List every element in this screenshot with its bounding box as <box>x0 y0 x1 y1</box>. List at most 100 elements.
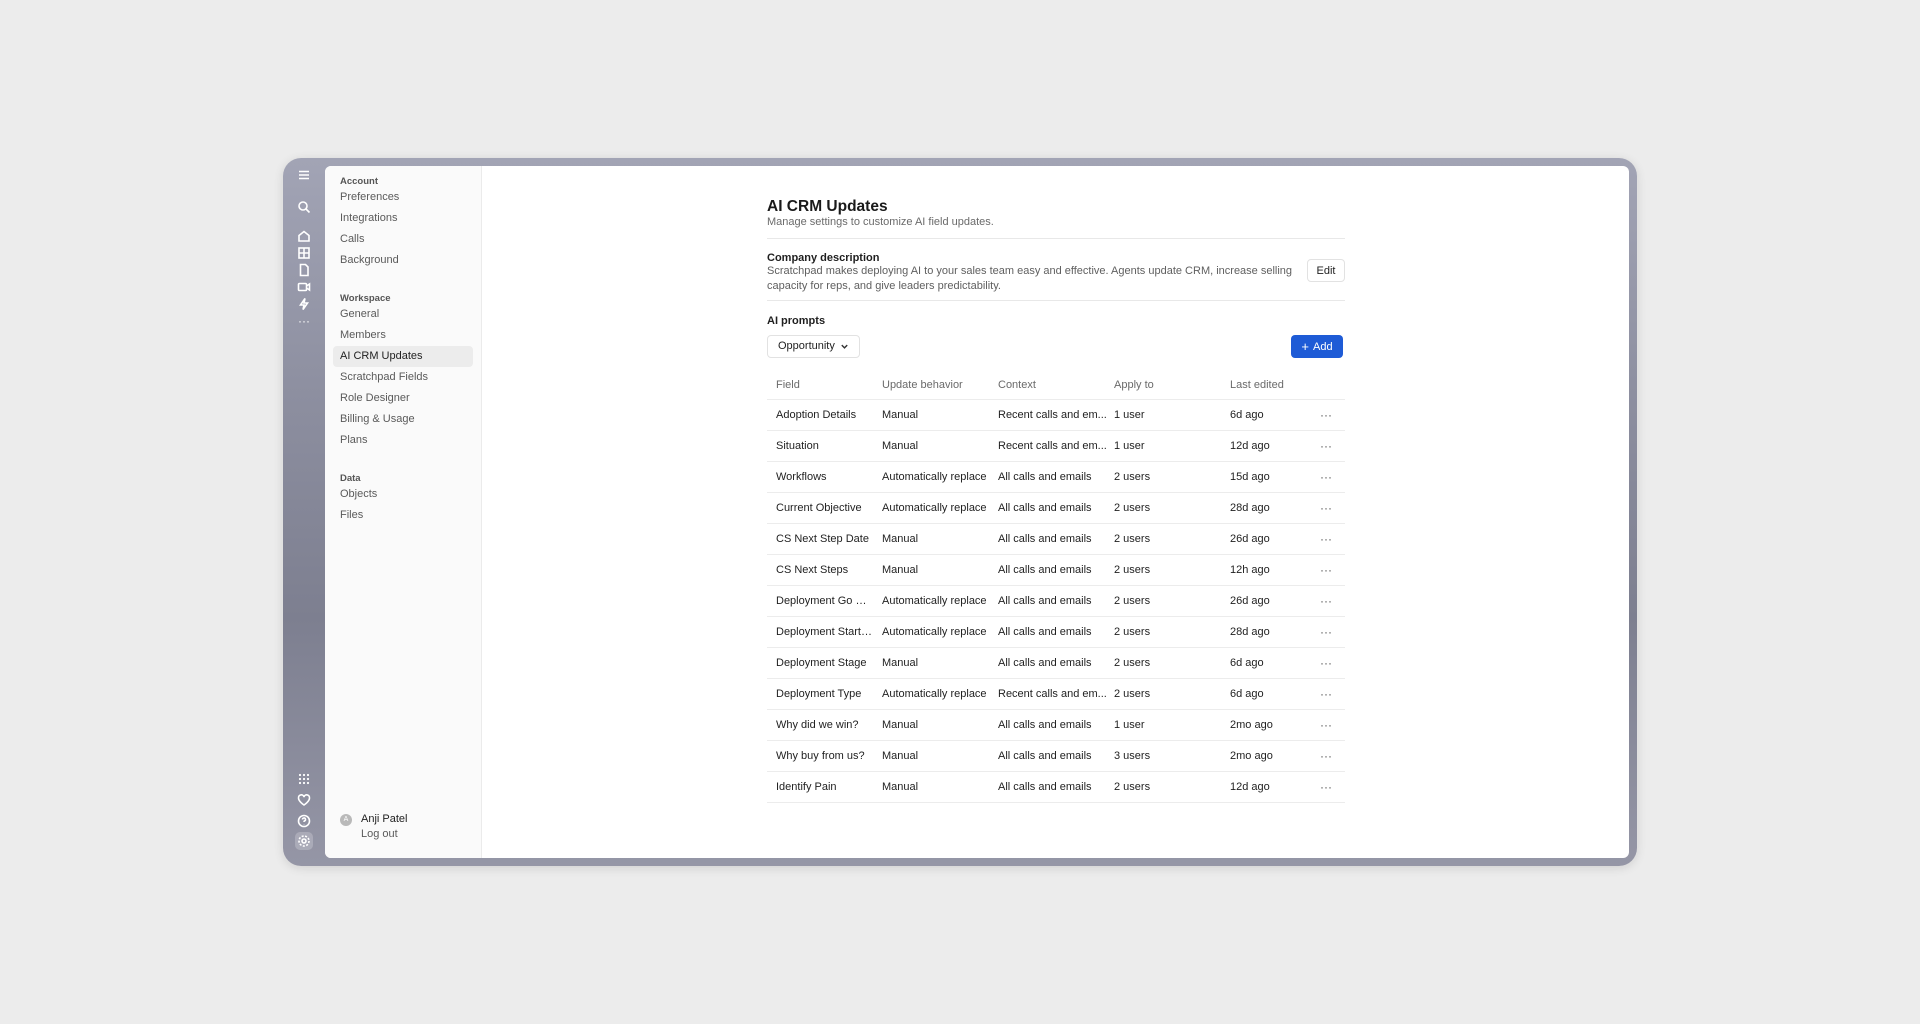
header-update-behavior[interactable]: Update behavior <box>882 371 992 399</box>
nav-item-general[interactable]: General <box>333 304 473 325</box>
table-row[interactable]: Deployment Type Automatically replace Rece… <box>767 679 1345 710</box>
table-row[interactable]: Deployment Start ... Automatically replac… <box>767 617 1345 648</box>
cell-context: All calls and emails <box>998 533 1092 545</box>
row-more-icon[interactable]: ··· <box>1317 462 1335 492</box>
table-row[interactable]: CS Next Steps Manual All calls and emails 2… <box>767 555 1345 586</box>
cell-field: CS Next Step Date <box>776 533 869 545</box>
cell-last-edited: 15d ago <box>1230 471 1270 483</box>
nav-item-background[interactable]: Background <box>333 250 473 271</box>
nav-item-objects[interactable]: Objects <box>333 484 473 505</box>
cell-context: All calls and emails <box>998 657 1092 669</box>
object-type-dropdown[interactable]: Opportunity <box>767 335 860 358</box>
settings-icon[interactable] <box>295 832 313 850</box>
row-more-icon[interactable]: ··· <box>1317 400 1335 430</box>
row-more-icon[interactable]: ··· <box>1317 741 1335 771</box>
cell-apply-to: 2 users <box>1114 564 1151 576</box>
cell-apply-to: 1 user <box>1114 409 1145 421</box>
table-row[interactable]: Workflows Automatically replace All calls … <box>767 462 1345 493</box>
ai-prompts-label: AI prompts <box>767 315 826 327</box>
cell-last-edited: 6d ago <box>1230 688 1264 700</box>
page-subtitle: Manage settings to customize AI field up… <box>767 216 994 228</box>
header-field[interactable]: Field <box>776 371 872 399</box>
table-header: Field Update behavior Context Apply to L… <box>767 371 1345 400</box>
cell-field: Deployment Stage <box>776 657 867 669</box>
nav-group-workspace: Workspace <box>340 293 391 304</box>
nav-item-members[interactable]: Members <box>333 325 473 346</box>
help-icon[interactable] <box>295 812 313 830</box>
nav-group-data: Data <box>340 473 361 484</box>
cell-context: All calls and emails <box>998 781 1092 793</box>
home-icon[interactable] <box>295 227 313 245</box>
cell-apply-to: 1 user <box>1114 440 1145 452</box>
avatar[interactable]: A <box>340 814 352 826</box>
cell-apply-to: 2 users <box>1114 657 1151 669</box>
search-icon[interactable] <box>295 198 313 216</box>
cell-apply-to: 2 users <box>1114 502 1151 514</box>
video-icon[interactable] <box>295 278 313 296</box>
cell-apply-to: 2 users <box>1114 626 1151 638</box>
bolt-icon[interactable] <box>295 295 313 313</box>
nav-item-plans[interactable]: Plans <box>333 430 473 451</box>
row-more-icon[interactable]: ··· <box>1317 555 1335 585</box>
edit-button[interactable]: Edit <box>1307 259 1345 282</box>
row-more-icon[interactable]: ··· <box>1317 431 1335 461</box>
row-more-icon[interactable]: ··· <box>1317 648 1335 678</box>
header-context[interactable]: Context <box>998 371 1108 399</box>
table-row[interactable]: Adoption Details Manual Recent calls and e… <box>767 400 1345 431</box>
nav-item-scratchpad-fields[interactable]: Scratchpad Fields <box>333 367 473 388</box>
nav-item-calls[interactable]: Calls <box>333 229 473 250</box>
add-prompt-button[interactable]: + Add <box>1291 335 1343 358</box>
table-row[interactable]: Current Objective Automatically replace Al… <box>767 493 1345 524</box>
cell-context: All calls and emails <box>998 564 1092 576</box>
cell-last-edited: 12h ago <box>1230 564 1270 576</box>
row-more-icon[interactable]: ··· <box>1317 772 1335 802</box>
cell-update-behavior: Manual <box>882 781 919 793</box>
table-row[interactable]: Identify Pain Manual All calls and emails 2… <box>767 772 1345 803</box>
row-more-icon[interactable]: ··· <box>1317 679 1335 709</box>
cell-last-edited: 28d ago <box>1230 502 1270 514</box>
nav-item-ai-crm-updates[interactable]: AI CRM Updates <box>333 346 473 367</box>
table-row[interactable]: Deployment Stage Manual All calls and emai… <box>767 648 1345 679</box>
nav-item-role-designer[interactable]: Role Designer <box>333 388 473 409</box>
cell-last-edited: 6d ago <box>1230 409 1264 421</box>
nav-item-files[interactable]: Files <box>333 505 473 526</box>
cell-update-behavior: Manual <box>882 564 919 576</box>
cell-context: All calls and emails <box>998 471 1092 483</box>
cell-context: All calls and emails <box>998 626 1092 638</box>
cell-update-behavior: Manual <box>882 533 919 545</box>
header-apply-to[interactable]: Apply to <box>1114 371 1214 399</box>
document-icon[interactable] <box>295 261 313 279</box>
table-row[interactable]: Why did we win? Manual All calls and email… <box>767 710 1345 741</box>
cell-update-behavior: Automatically replace <box>882 502 987 514</box>
grid-icon[interactable] <box>295 244 313 262</box>
cell-last-edited: 6d ago <box>1230 657 1264 669</box>
cell-last-edited: 28d ago <box>1230 626 1270 638</box>
cell-update-behavior: Automatically replace <box>882 626 987 638</box>
row-more-icon[interactable]: ··· <box>1317 710 1335 740</box>
app-window: ··· Account Preferences Integrations Cal… <box>283 158 1637 866</box>
nav-item-preferences[interactable]: Preferences <box>333 187 473 208</box>
table-row[interactable]: Why buy from us? Manual All calls and emai… <box>767 741 1345 772</box>
menu-icon[interactable] <box>295 166 313 184</box>
cell-apply-to: 1 user <box>1114 719 1145 731</box>
logout-link[interactable]: Log out <box>361 828 398 840</box>
table-row[interactable]: Situation Manual Recent calls and em... 1 u… <box>767 431 1345 462</box>
heart-icon[interactable] <box>295 791 313 809</box>
nav-item-billing-usage[interactable]: Billing & Usage <box>333 409 473 430</box>
table-row[interactable]: CS Next Step Date Manual All calls and ema… <box>767 524 1345 555</box>
nav-item-integrations[interactable]: Integrations <box>333 208 473 229</box>
row-more-icon[interactable]: ··· <box>1317 586 1335 616</box>
table-row[interactable]: Deployment Go Li... Automatically replace… <box>767 586 1345 617</box>
cell-update-behavior: Automatically replace <box>882 595 987 607</box>
row-more-icon[interactable]: ··· <box>1317 617 1335 647</box>
cell-field: Current Objective <box>776 502 862 514</box>
icon-rail: ··· <box>283 158 325 866</box>
header-last-edited[interactable]: Last edited <box>1230 371 1310 399</box>
add-label: Add <box>1313 340 1333 353</box>
row-more-icon[interactable]: ··· <box>1317 524 1335 554</box>
more-icon[interactable]: ··· <box>295 312 313 330</box>
row-more-icon[interactable]: ··· <box>1317 493 1335 523</box>
cell-update-behavior: Automatically replace <box>882 471 987 483</box>
cell-apply-to: 2 users <box>1114 688 1151 700</box>
apps-icon[interactable] <box>295 770 313 788</box>
